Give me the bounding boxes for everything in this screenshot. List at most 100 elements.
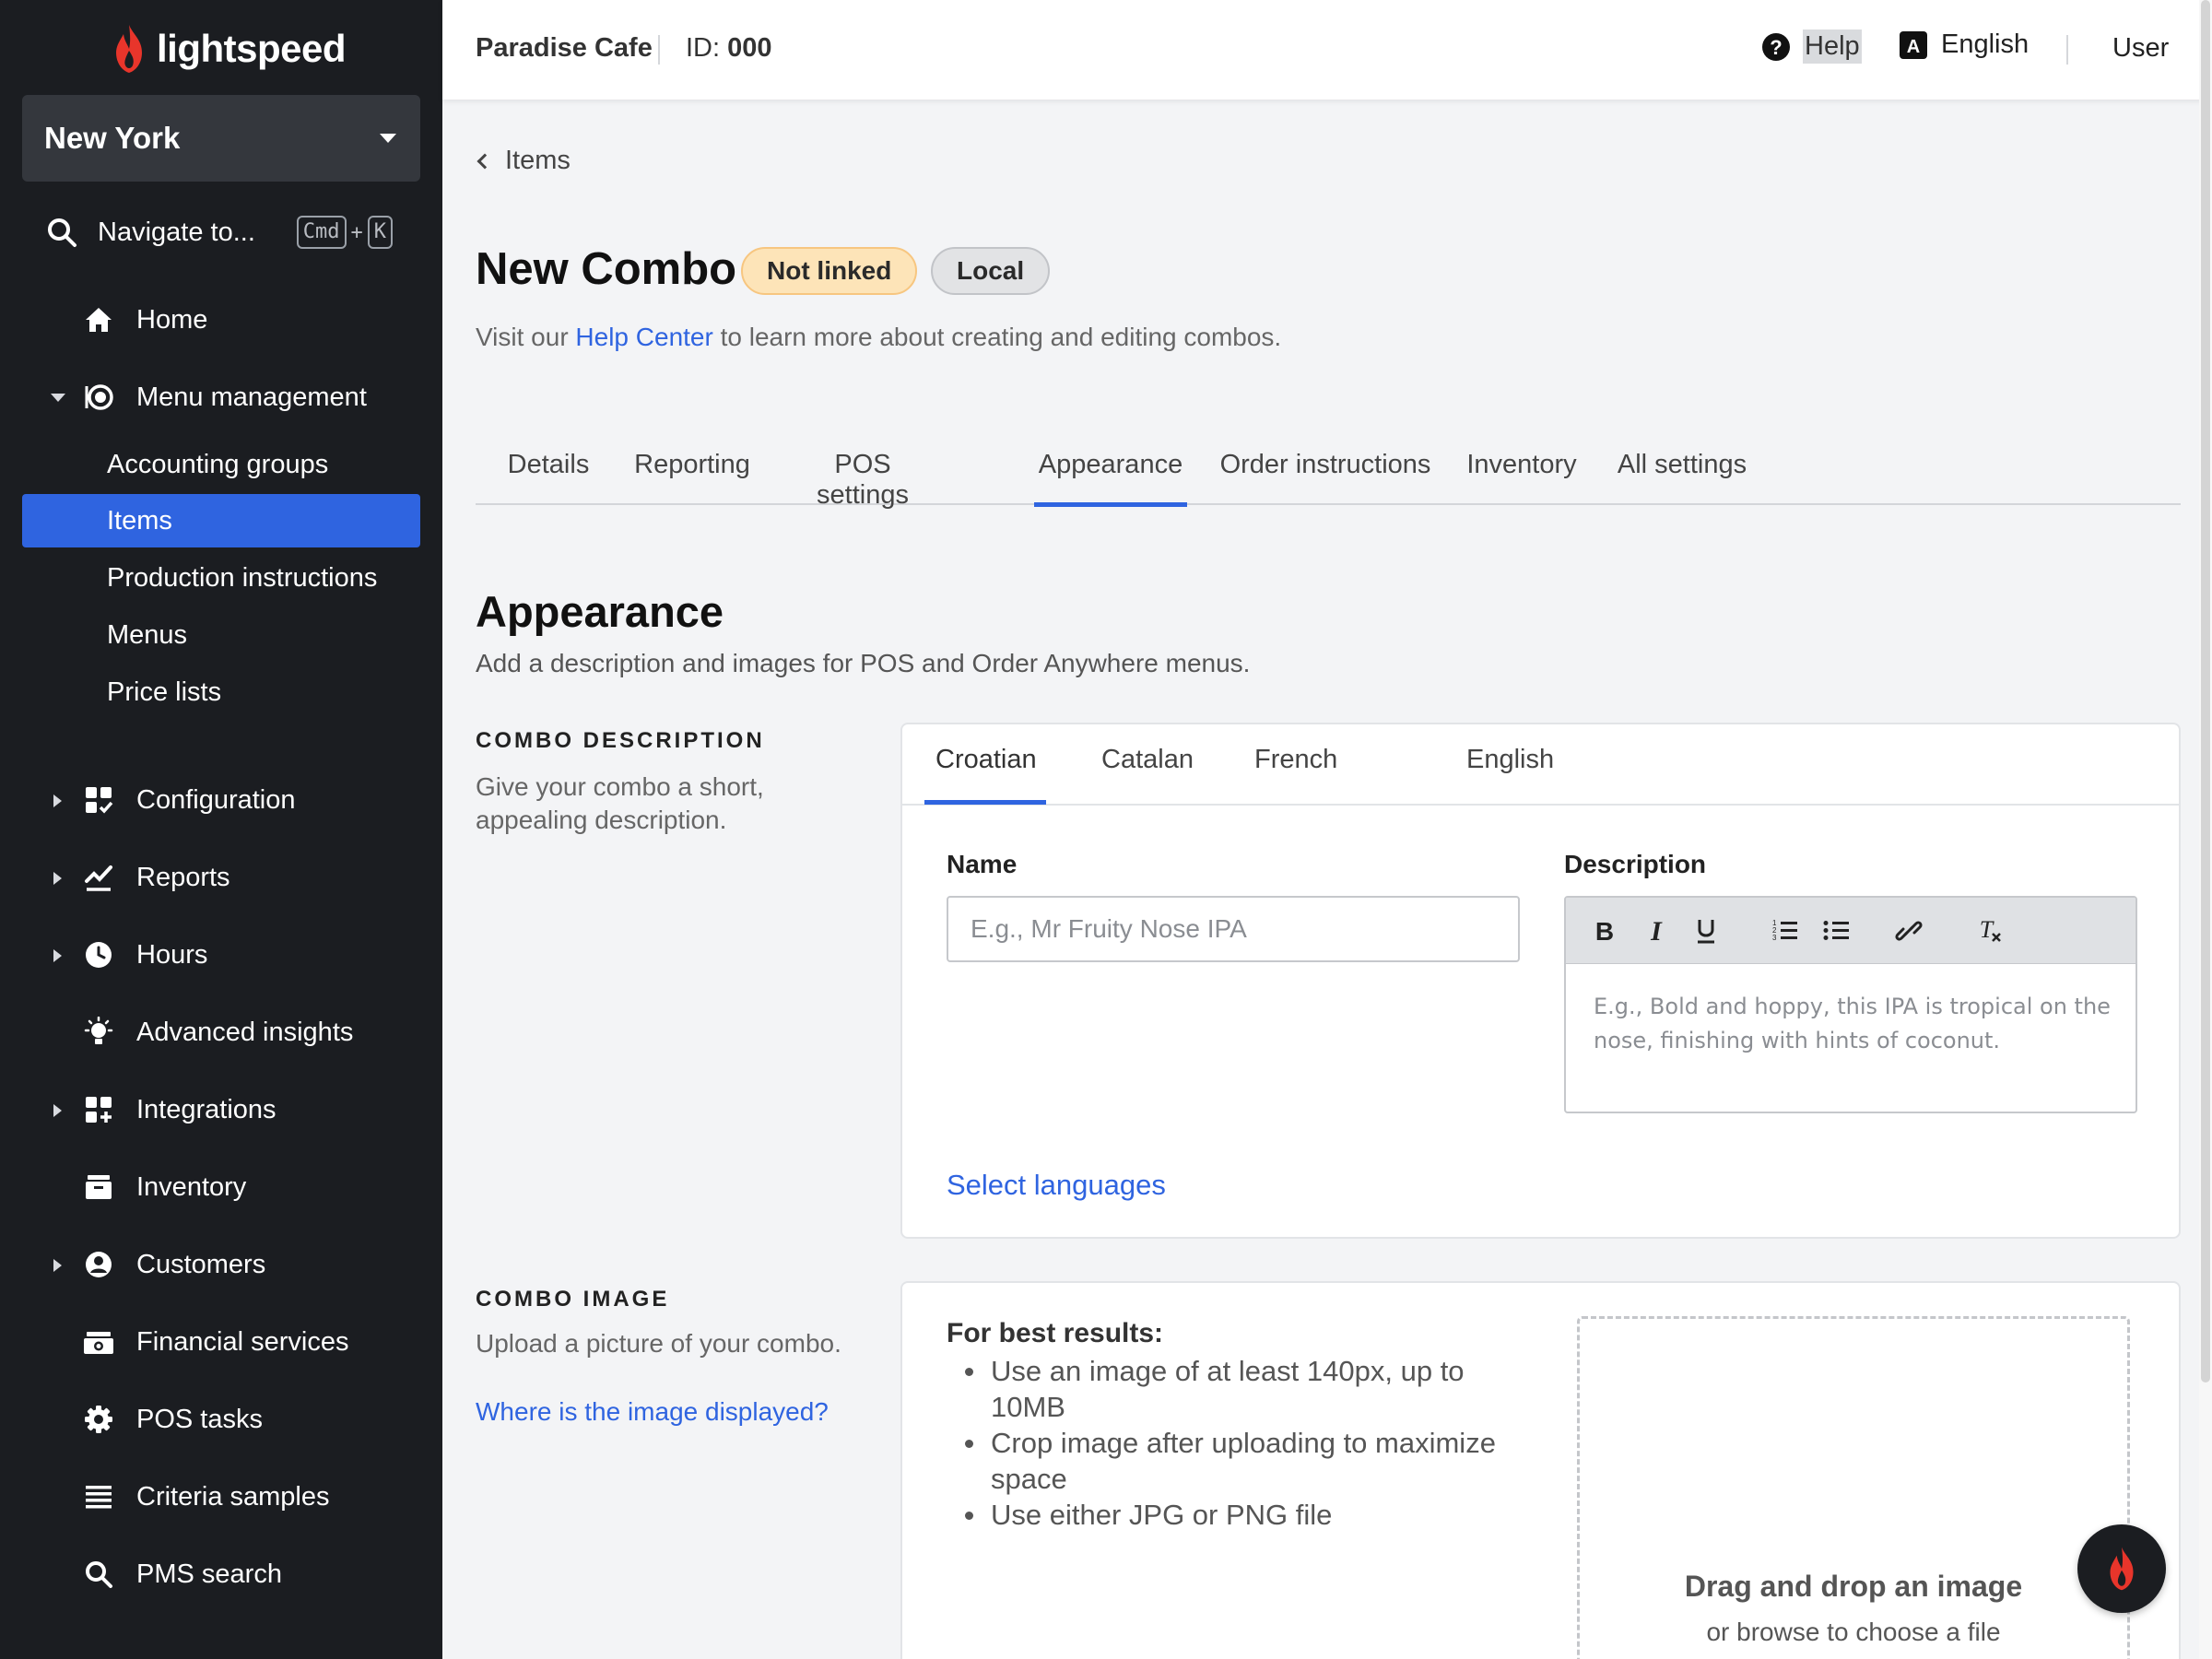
description-label: Description: [1564, 850, 1707, 878]
combo-description-card: Croatian Catalan French English Name Des…: [900, 723, 2181, 1239]
clock-icon: [83, 939, 114, 971]
navigate-label: Navigate to...: [98, 217, 255, 247]
sidebar-item-integrations[interactable]: Integrations: [22, 1081, 420, 1138]
list-item: Use an image of at least 140px, up to 10…: [947, 1353, 1518, 1425]
description-editor[interactable]: B I 123 T E.g., Bold and hoppy, this IPA…: [1564, 896, 2137, 1113]
status-badge-not-linked: Not linked: [741, 247, 918, 295]
keyboard-shortcut: Cmd + K: [296, 216, 393, 249]
back-link-label: Items: [505, 146, 571, 175]
sidebar-item-accounting-groups[interactable]: Accounting groups: [22, 438, 420, 491]
home-icon: [83, 304, 114, 335]
scrollbar[interactable]: [2199, 0, 2212, 1659]
sidebar-item-home[interactable]: Home: [22, 291, 420, 348]
combo-description-heading: COMBO DESCRIPTION: [476, 728, 765, 753]
menu-management-icon: [83, 382, 114, 413]
sidebar-item-financial-services[interactable]: Financial services: [22, 1313, 420, 1371]
tab-all-settings[interactable]: All settings: [1615, 450, 1749, 505]
image-displayed-link[interactable]: Where is the image displayed?: [476, 1397, 829, 1427]
dropzone-browse[interactable]: or browse to choose a file: [1580, 1618, 2127, 1647]
sidebar-item-pms-search[interactable]: PMS search: [22, 1546, 420, 1603]
tab-language-english[interactable]: English: [1466, 745, 1554, 775]
tips-list: Use an image of at least 140px, up to 10…: [947, 1353, 1518, 1533]
sidebar-item-advanced-insights[interactable]: Advanced insights: [22, 1004, 420, 1061]
sidebar-item-label: PMS search: [136, 1559, 282, 1589]
language-selector[interactable]: A English: [1899, 29, 2029, 60]
svg-text:A: A: [1907, 37, 1920, 57]
scrollbar-thumb[interactable]: [2201, 0, 2210, 1382]
image-dropzone[interactable]: Drag and drop an image or browse to choo…: [1577, 1316, 2130, 1659]
select-languages-link[interactable]: Select languages: [947, 1169, 1166, 1202]
tab-pos-settings[interactable]: POS settings: [787, 450, 938, 510]
list-icon: [83, 1481, 114, 1512]
sidebar-item-label: Financial services: [136, 1326, 349, 1357]
configuration-icon: [83, 784, 114, 816]
list-item: Use either JPG or PNG file: [947, 1497, 1518, 1533]
italic-icon[interactable]: I: [1640, 914, 1673, 947]
sidebar-item-label: Configuration: [136, 784, 296, 815]
store-id-value: 000: [727, 33, 772, 63]
user-menu[interactable]: User: [2112, 33, 2169, 64]
store-name: Paradise Cafe: [476, 33, 653, 63]
tab-order-instructions[interactable]: Order instructions: [1218, 450, 1432, 505]
svg-text:?: ?: [1770, 36, 1782, 59]
sidebar-item-configuration[interactable]: Configuration: [22, 771, 420, 829]
bullet-list-icon[interactable]: [1820, 914, 1853, 947]
lightbulb-icon: [83, 1017, 114, 1048]
sidebar-item-menu-management[interactable]: Menu management: [22, 369, 420, 426]
store-id: ID: 000: [686, 33, 772, 64]
language-label: English: [1941, 29, 2030, 59]
sidebar-item-production-instructions[interactable]: Production instructions: [22, 551, 420, 605]
bold-icon[interactable]: B: [1588, 914, 1621, 947]
svg-text:B: B: [1595, 918, 1614, 944]
status-badge-local: Local: [931, 247, 1051, 295]
help-button[interactable]: ? Help: [1760, 29, 1862, 64]
tab-inventory[interactable]: Inventory: [1462, 450, 1582, 505]
dropzone-title: Drag and drop an image: [1684, 1570, 2023, 1603]
name-input[interactable]: [947, 896, 1520, 962]
back-link[interactable]: Items: [477, 146, 571, 176]
location-selector[interactable]: New York: [22, 95, 420, 182]
top-bar: Paradise Cafe ID: 000 ? Help A English U…: [442, 0, 2212, 100]
svg-text:3: 3: [1772, 934, 1777, 942]
sidebar-item-pos-tasks[interactable]: POS tasks: [22, 1391, 420, 1448]
sidebar-item-label: Home: [136, 304, 208, 335]
tab-reporting[interactable]: Reporting: [630, 450, 754, 505]
caret-down-icon: [51, 394, 65, 402]
tab-language-french[interactable]: French: [1254, 745, 1337, 775]
best-results-title: For best results:: [947, 1318, 1164, 1348]
gear-icon: [83, 1404, 114, 1435]
sidebar-item-menus[interactable]: Menus: [22, 608, 420, 662]
help-center-link[interactable]: Help Center: [575, 323, 712, 351]
sidebar-item-hours[interactable]: Hours: [22, 926, 420, 983]
ordered-list-icon[interactable]: 123: [1769, 914, 1802, 947]
navigate-search[interactable]: Navigate to... Cmd + K: [46, 206, 396, 258]
tab-details[interactable]: Details: [498, 450, 599, 505]
clear-format-icon[interactable]: T: [1973, 914, 2006, 947]
sidebar-item-price-lists[interactable]: Price lists: [22, 665, 420, 719]
lightspeed-assistant-button[interactable]: [2077, 1524, 2166, 1613]
active-tab-indicator: [924, 800, 1046, 805]
tab-appearance[interactable]: Appearance: [1034, 450, 1187, 507]
flame-icon: [2110, 1547, 2134, 1591]
help-label: Help: [1803, 29, 1862, 64]
sidebar-item-reports[interactable]: Reports: [22, 849, 420, 906]
tab-language-catalan[interactable]: Catalan: [1101, 745, 1194, 775]
underline-icon[interactable]: [1689, 914, 1723, 947]
description-placeholder[interactable]: E.g., Bold and hoppy, this IPA is tropic…: [1594, 990, 2119, 1058]
sidebar-item-label: Menu management: [136, 382, 367, 412]
help-icon: ?: [1762, 32, 1790, 61]
customer-icon: [83, 1249, 114, 1280]
sidebar-item-label: Reports: [136, 862, 230, 892]
chevron-down-icon: [380, 134, 396, 143]
lightspeed-logo[interactable]: lightspeed: [111, 20, 347, 77]
sidebar-item-items[interactable]: Items: [22, 494, 420, 547]
sidebar-item-customers[interactable]: Customers: [22, 1236, 420, 1293]
tab-language-croatian[interactable]: Croatian: [935, 745, 1037, 775]
money-icon: [83, 1326, 114, 1358]
sidebar-item-criteria-samples[interactable]: Criteria samples: [22, 1468, 420, 1525]
sidebar-item-inventory[interactable]: Inventory: [22, 1159, 420, 1216]
link-icon[interactable]: [1892, 914, 1925, 947]
caret-right-icon: [53, 1259, 62, 1272]
sidebar-item-label: Inventory: [136, 1171, 247, 1202]
caret-right-icon: [53, 949, 62, 962]
